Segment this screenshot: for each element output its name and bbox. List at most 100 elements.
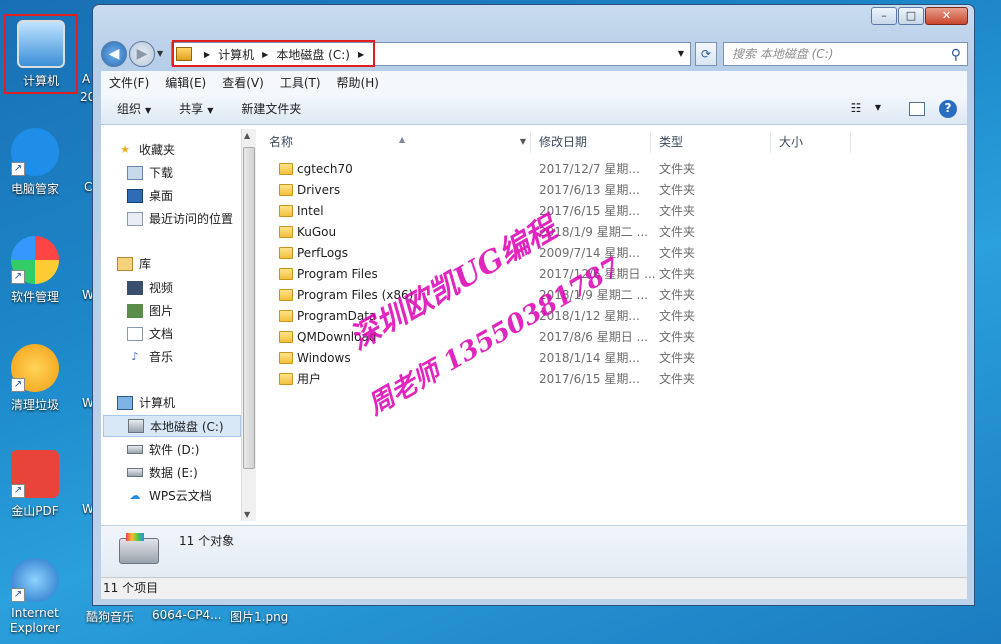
picture-icon [127,303,143,318]
nav-label: 视频 [149,281,174,295]
file-row[interactable]: Intel 2017/6/15 星期... 文件夹 [261,201,861,222]
software-manager-icon: ↗ [11,236,59,284]
nav-drive-c[interactable]: 本地磁盘 (C:) [103,415,241,437]
breadcrumb-computer[interactable]: 计算机 [218,46,254,63]
file-row[interactable]: PerfLogs 2009/7/14 星期... 文件夹 [261,243,861,264]
file-row[interactable]: Windows 2018/1/14 星期... 文件夹 [261,348,861,369]
nav-recent[interactable]: 最近访问的位置 [127,210,233,227]
nav-drive-e[interactable]: 数据 (E:) [127,464,198,481]
video-icon [127,280,143,295]
file-name: KuGou [297,225,337,239]
nav-label: 库 [139,257,152,271]
chevron-down-icon[interactable]: ▼ [869,100,887,118]
desktop-icon-label: 清理垃圾 [10,398,59,412]
desktop-icon-ie[interactable]: ↗ Internet Explorer [0,558,70,636]
file-type: 文件夹 [659,372,696,386]
nav-label: 数据 (E:) [149,466,198,480]
nav-videos[interactable]: 视频 [127,279,173,296]
desktop-icon-label: Internet Explorer [10,606,60,635]
address-bar[interactable]: ▶ 计算机 ▶ 本地磁盘 (C:) ▶ ▼ [171,42,691,66]
desktop-icon-computer[interactable]: 计算机 [4,14,78,94]
search-icon[interactable]: ⚲ [951,44,961,66]
column-header-size[interactable]: 大小 [771,131,851,153]
column-label: 名称 [269,135,294,149]
star-icon: ★ [120,142,130,156]
column-header-type[interactable]: 类型 [651,131,771,153]
file-type: 文件夹 [659,267,696,281]
minimize-button[interactable]: – [871,7,897,25]
nav-label: 软件 (D:) [149,443,200,457]
chevron-down-icon[interactable]: ▼ [520,131,526,153]
partial-desktop-label: A [82,72,91,86]
taskbar-item-cp4[interactable]: 6064-CP4... [152,608,222,622]
nav-drive-d[interactable]: 软件 (D:) [127,441,199,458]
view-options-icon[interactable]: ☷ [847,100,865,118]
search-input[interactable]: 搜索 本地磁盘 (C:) ⚲ [723,42,968,66]
menu-edit[interactable]: 编辑(E) [165,74,206,91]
nav-documents[interactable]: 文档 [127,325,173,342]
desktop-icon-label: 金山PDF [11,504,59,518]
library-icon [117,256,133,271]
recent-pages-dropdown-icon[interactable]: ▼ [157,49,163,58]
close-button[interactable]: ✕ [925,7,968,25]
nav-computer[interactable]: 计算机 [117,394,175,411]
back-button[interactable]: ◀ [101,41,127,67]
file-type: 文件夹 [659,330,696,344]
share-label: 共享 [179,102,204,116]
forward-button[interactable]: ▶ [129,41,155,67]
file-type: 文件夹 [659,183,696,197]
nav-downloads[interactable]: 下载 [127,164,173,181]
file-row[interactable]: Drivers 2017/6/13 星期... 文件夹 [261,180,861,201]
address-dropdown-icon[interactable]: ▼ [678,49,684,58]
menu-help[interactable]: 帮助(H) [337,74,379,91]
file-name: cgtech70 [297,162,353,176]
shortcut-arrow-icon: ↗ [11,270,25,284]
desktop-icon-cleaner[interactable]: ↗ 清理垃圾 [0,344,70,413]
document-icon [127,326,143,341]
download-folder-icon [127,165,143,180]
organize-button[interactable]: 组织 ▼ [117,100,151,117]
nav-label: 桌面 [149,189,174,203]
new-folder-button[interactable]: 新建文件夹 [241,100,301,117]
chevron-right-icon[interactable]: ▶ [204,50,210,59]
help-icon[interactable]: ? [939,100,957,118]
refresh-button[interactable]: ⟳ [695,42,717,66]
nav-label: 下载 [149,166,174,180]
scroll-down-icon[interactable]: ▼ [244,510,250,519]
desktop-icon-pdf[interactable]: ↗ 金山PDF [0,450,70,519]
breadcrumb-drive-c[interactable]: 本地磁盘 (C:) [276,46,350,63]
nav-music[interactable]: ♪ 音乐 [127,348,173,365]
desktop-icon-software-manager[interactable]: ↗ 软件管理 [0,236,70,305]
scroll-up-icon[interactable]: ▲ [244,131,250,140]
taskbar-item-image[interactable]: 图片1.png [230,608,288,625]
file-row[interactable]: cgtech70 2017/12/7 星期... 文件夹 [261,159,861,180]
menu-view[interactable]: 查看(V) [222,74,264,91]
nav-label: 计算机 [139,396,176,410]
file-row[interactable]: 用户 2017/6/15 星期... 文件夹 [261,369,861,390]
chevron-right-icon[interactable]: ▶ [358,50,364,59]
caption-buttons: – □ ✕ [870,7,968,25]
taskbar-item-kugou[interactable]: 酷狗音乐 [86,608,134,625]
nav-desktop[interactable]: 桌面 [127,187,173,204]
nav-label: 本地磁盘 (C:) [150,419,224,434]
file-type: 文件夹 [659,246,696,260]
nav-scrollbar[interactable]: ▲ ▼ [241,129,256,521]
chevron-right-icon[interactable]: ▶ [262,50,268,59]
nav-wps[interactable]: ☁ WPS云文档 [127,487,212,504]
desktop-icon-pc-manager[interactable]: ↗ 电脑管家 [0,128,70,197]
column-header-date[interactable]: 修改日期 [531,131,651,153]
menu-file[interactable]: 文件(F) [109,74,149,91]
nav-libraries[interactable]: 库 [117,255,151,272]
share-button[interactable]: 共享 ▼ [179,100,213,117]
column-header-name[interactable]: 名称 ▲ ▼ [261,131,531,153]
music-note-icon: ♪ [131,349,139,363]
nav-pictures[interactable]: 图片 [127,302,173,319]
file-type: 文件夹 [659,351,696,365]
preview-pane-icon[interactable] [909,102,925,116]
drive-icon [127,468,143,477]
scrollbar-thumb[interactable] [243,147,255,469]
maximize-button[interactable]: □ [898,7,924,25]
navigation-bar: ◀ ▶ ▼ ▶ 计算机 ▶ 本地磁盘 (C:) ▶ ▼ ⟳ 搜索 本地磁盘 (C… [93,37,974,71]
menu-tools[interactable]: 工具(T) [280,74,321,91]
nav-favorites[interactable]: ★ 收藏夹 [117,141,175,158]
